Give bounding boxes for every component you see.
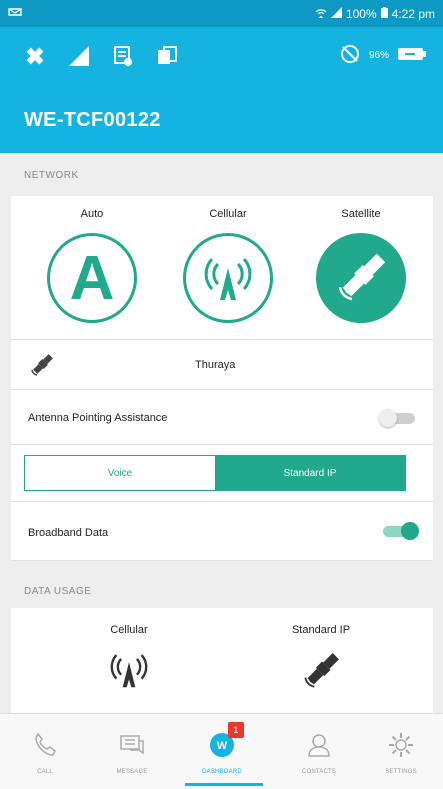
data-usage-section-label: DATA USAGE (24, 586, 92, 597)
nav-call-label: CALL (37, 769, 53, 775)
cell-tower-icon (204, 257, 252, 300)
signal-icon (330, 6, 342, 21)
status-bar: 100% 4:22 pm (0, 0, 443, 27)
network-section-label: NETWORK (24, 170, 79, 181)
mode-cellular[interactable]: Cellular (178, 208, 278, 323)
phone-icon (10, 730, 80, 760)
usage-cellular[interactable]: Cellular (69, 624, 189, 695)
satellite-icon (338, 253, 386, 301)
device-battery-percent: 96% (368, 50, 389, 61)
data-usage-card: Cellular Standard IP (11, 608, 433, 713)
mode-auto-label: Auto (80, 208, 104, 220)
network-mode-card: Auto A Cellular Satellite (11, 196, 433, 340)
settings-icon (366, 730, 436, 760)
broadband-label: Broadband Data (28, 527, 109, 539)
gps-off-icon (339, 43, 361, 68)
battery-icon (380, 6, 388, 21)
nav-dashboard[interactable]: W 1 DASHBOARD (187, 722, 257, 775)
nav-message-label: MESSAGE (116, 769, 148, 775)
app-bar: 96% WE-TCF00122 (0, 27, 443, 153)
segment-standard-ip[interactable]: Standard IP (215, 456, 405, 490)
mode-satellite-circle[interactable] (316, 233, 406, 323)
nav-settings-label: SETTINGS (385, 769, 417, 775)
auto-a-icon: A (69, 243, 115, 313)
dashboard-badge: 1 (228, 722, 244, 738)
broadband-row[interactable]: Broadband Data (11, 501, 433, 561)
segment-voice[interactable]: Voice (25, 456, 215, 490)
mode-auto[interactable]: Auto A (42, 208, 142, 323)
antenna-assist-row[interactable]: Antenna Pointing Assistance (11, 390, 433, 445)
signal-strength-icon[interactable] (66, 43, 92, 69)
mode-auto-circle[interactable]: A (47, 233, 137, 323)
usage-standard-ip[interactable]: Standard IP (261, 624, 381, 697)
satellite-status-icon[interactable] (22, 43, 48, 69)
provider-row: Thuraya (11, 340, 433, 390)
nav-message[interactable]: MESSAGE (97, 730, 167, 775)
antenna-toggle-knob (379, 409, 397, 427)
battery-level: 100% (345, 6, 377, 21)
mode-cellular-label: Cellular (209, 208, 247, 220)
wifi-icon (315, 7, 327, 21)
svg-text:W: W (217, 740, 228, 752)
broadband-toggle-knob (401, 522, 419, 540)
usage-standard-ip-label: Standard IP (291, 624, 351, 636)
usage-cellular-label: Cellular (110, 624, 148, 636)
nav-dashboard-label: DASHBOARD (202, 769, 242, 775)
usage-cell-tower-icon (110, 654, 148, 688)
data-status-icon[interactable] (154, 43, 180, 69)
antenna-assist-label: Antenna Pointing Assistance (28, 412, 168, 424)
nav-settings[interactable]: SETTINGS (366, 730, 436, 775)
message-icon (97, 730, 167, 760)
nav-contacts-label: CONTACTS (301, 769, 337, 775)
mode-satellite-label: Satellite (341, 208, 381, 220)
bottom-navigation: CALL MESSAGE W 1 DASHBOARD CONTACTS SETT… (0, 713, 443, 789)
provider-satellite-icon (29, 352, 55, 381)
usage-satellite-icon (304, 653, 339, 688)
broadband-toggle[interactable] (379, 522, 419, 540)
nav-active-indicator (185, 783, 263, 786)
device-title: WE-TCF00122 (24, 109, 161, 131)
clock: 4:22 pm (391, 6, 435, 21)
dashboard-icon: W 1 (187, 722, 257, 760)
antenna-assist-toggle[interactable] (379, 409, 419, 427)
ip-mode-segmented-control[interactable]: Voice Standard IP (24, 455, 406, 491)
mode-satellite[interactable]: Satellite (311, 208, 411, 323)
mode-cellular-circle[interactable] (183, 233, 273, 323)
device-battery-icon (397, 46, 427, 65)
notification-icon (8, 7, 315, 20)
sms-status-icon[interactable] (110, 43, 136, 69)
provider-name: Thuraya (195, 359, 236, 371)
nav-call[interactable]: CALL (10, 730, 80, 775)
nav-contacts[interactable]: CONTACTS (284, 730, 354, 775)
contacts-icon (284, 730, 354, 760)
